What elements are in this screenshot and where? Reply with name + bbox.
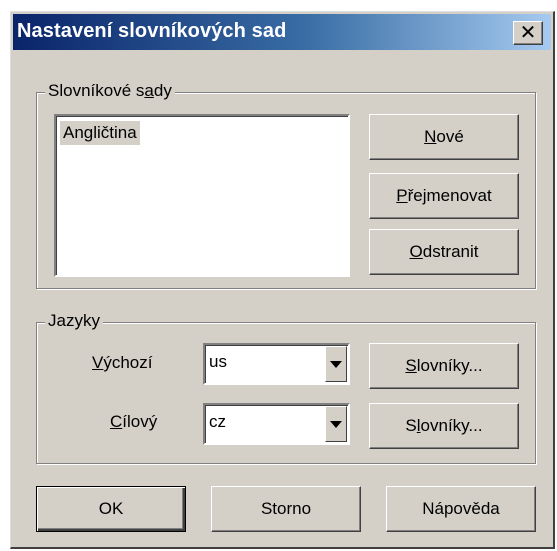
- rename-button[interactable]: Přejmenovat: [369, 173, 519, 219]
- dropdown-arrow-icon[interactable]: [325, 346, 347, 382]
- target-language-label: Cílový: [110, 412, 158, 431]
- new-button[interactable]: Nové: [369, 114, 519, 160]
- remove-button[interactable]: Odstranit: [369, 229, 519, 275]
- ok-button[interactable]: OK: [36, 486, 186, 532]
- window-title: Nastavení slovníkových sad: [17, 20, 287, 42]
- languages-legend: Jazyky: [45, 311, 103, 331]
- source-dictionaries-button[interactable]: Slovníky...: [369, 343, 519, 389]
- close-button[interactable]: ✕: [513, 21, 543, 45]
- close-icon: ✕: [519, 22, 537, 44]
- target-language-value: cz: [209, 412, 226, 431]
- dictionary-sets-list[interactable]: Angličtina: [54, 114, 350, 277]
- target-dictionaries-button[interactable]: Sl ovníky...: [369, 403, 519, 449]
- target-language-select[interactable]: cz: [203, 403, 350, 445]
- source-language-value: us: [209, 352, 227, 371]
- languages-group: Jazyky Výchozí us Slovníky... Cílový cz …: [36, 311, 536, 464]
- dictionary-sets-legend: Slovníkové sady: [45, 81, 175, 101]
- dropdown-arrow-icon[interactable]: [325, 406, 347, 442]
- dialog-window: Nastavení slovníkových sad ✕ Slovníkové …: [10, 11, 555, 549]
- cancel-button[interactable]: Storno: [211, 486, 361, 532]
- title-bar[interactable]: Nastavení slovníkových sad ✕: [13, 14, 551, 50]
- help-button[interactable]: Nápověda: [386, 486, 536, 532]
- source-language-select[interactable]: us: [203, 343, 350, 385]
- source-language-label: Výchozí: [92, 353, 153, 372]
- list-item[interactable]: Angličtina: [60, 121, 140, 145]
- dictionary-sets-group: Slovníkové sady Angličtina Nové Přejmeno…: [36, 81, 536, 289]
